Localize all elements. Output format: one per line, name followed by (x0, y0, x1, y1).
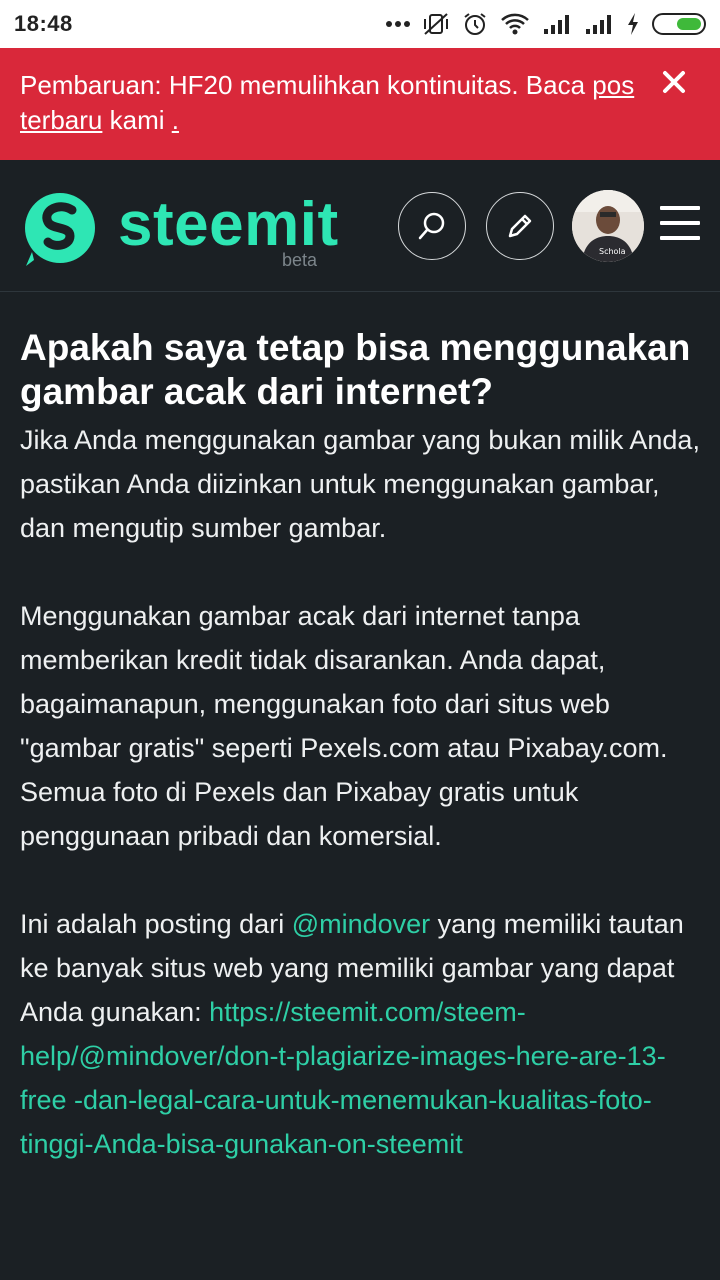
paragraph-text: Ini adalah posting dari (20, 909, 292, 939)
battery-level (677, 18, 701, 30)
article-paragraph-3: Ini adalah posting dari @mindover yang m… (20, 902, 704, 1166)
banner-text: Pembaruan: HF20 memulihkan kontinuitas. … (20, 70, 593, 100)
menu-line (660, 206, 700, 210)
steemit-logo-icon (25, 193, 95, 266)
search-button[interactable] (398, 192, 466, 260)
banner-close-button[interactable] (656, 64, 692, 100)
article-content: Apakah saya tetap bisa menggunakan gamba… (20, 326, 704, 1210)
status-bar: 18:48 (0, 0, 720, 48)
banner-text-middle: kami (102, 105, 172, 135)
dots-icon (386, 21, 410, 27)
wifi-icon (501, 13, 529, 35)
search-icon (418, 212, 445, 240)
signal-icon (586, 15, 611, 34)
write-post-button[interactable] (486, 192, 554, 260)
menu-line (660, 221, 700, 225)
close-icon (663, 71, 685, 93)
article-paragraph-1: Jika Anda menggunakan gambar yang bukan … (20, 425, 700, 543)
banner-link-dot[interactable]: . (172, 105, 179, 135)
article-heading: Apakah saya tetap bisa menggunakan gamba… (20, 327, 691, 412)
mention-link-mindover[interactable]: @mindover (292, 909, 430, 939)
steemit-logo[interactable]: steemit beta (20, 188, 338, 270)
site-header: steemit beta Schola (0, 160, 720, 292)
pencil-icon (508, 214, 532, 238)
svg-text:Schola: Schola (599, 247, 626, 256)
avatar-image: Schola (572, 190, 644, 262)
signal-icon (544, 15, 569, 34)
hamburger-menu-button[interactable] (660, 206, 700, 240)
update-banner: Pembaruan: HF20 memulihkan kontinuitas. … (0, 48, 720, 160)
user-avatar[interactable]: Schola (572, 190, 644, 262)
charging-icon (628, 13, 638, 35)
menu-line (660, 236, 700, 240)
status-time: 18:48 (14, 11, 73, 36)
article-paragraph-2: Menggunakan gambar acak dari internet ta… (20, 601, 668, 851)
battery-icon (652, 13, 706, 35)
vibrate-off-icon (424, 13, 448, 35)
logo-beta-badge: beta (282, 250, 318, 270)
alarm-icon (464, 13, 486, 35)
status-icons (386, 11, 706, 37)
